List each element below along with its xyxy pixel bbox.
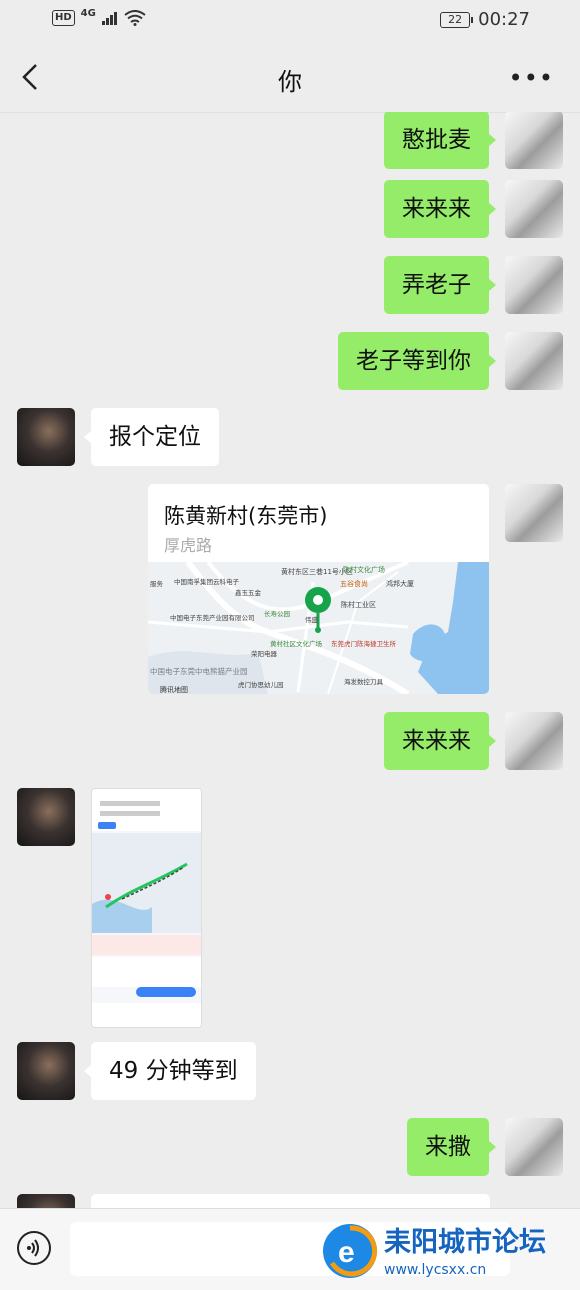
map-label: 陈村文化广场: [343, 565, 385, 574]
image-message[interactable]: [91, 788, 202, 1028]
message-row: 来来来: [0, 180, 580, 240]
avatar[interactable]: [505, 712, 563, 770]
clock: 00:27: [478, 9, 530, 30]
message-row: [0, 1194, 580, 1208]
message-row: 来撒: [0, 1118, 580, 1178]
avatar[interactable]: [505, 332, 563, 390]
chat-title: 你: [278, 68, 302, 96]
avatar[interactable]: [505, 256, 563, 314]
avatar[interactable]: [17, 1194, 75, 1208]
avatar[interactable]: [17, 408, 75, 466]
avatar[interactable]: [505, 484, 563, 542]
location-title: 陈黄新村(东莞市): [164, 504, 328, 528]
more-options-icon[interactable]: •••: [509, 64, 554, 92]
screenshot-thumbnail: [92, 789, 201, 1027]
message-bubble[interactable]: [91, 1194, 490, 1208]
map-label: 黄村社区文化广场: [270, 639, 323, 648]
message-row: 来来来: [0, 712, 580, 772]
message-row: 憨批麦: [0, 112, 580, 171]
network-type: 4G: [80, 7, 96, 19]
map-image: 黄村东区三巷11号小区 陈村文化广场 五谷食尚 鸿邦大厦 陈村工业区 中国南孚集…: [148, 560, 489, 694]
message-bubble[interactable]: 来来来: [384, 712, 496, 770]
svg-text:e: e: [338, 1236, 355, 1269]
map-label: 东莞虎门陈海捷卫生所: [331, 639, 397, 648]
avatar[interactable]: [505, 1118, 563, 1176]
map-label: 鸿邦大厦: [386, 579, 414, 588]
battery-icon: 22: [440, 11, 474, 28]
signal-icon: [101, 12, 117, 25]
map-label: 陈村工业区: [341, 600, 376, 609]
map-label: 五谷食尚: [340, 579, 368, 588]
message-bubble[interactable]: 来来来: [384, 180, 496, 238]
message-bubble[interactable]: 报个定位: [84, 408, 219, 466]
message-row: 陈黄新村(东莞市) 厚虎路 黄村东区三巷11号小区 陈村文化广场 五谷食尚 鸿邦…: [0, 484, 580, 696]
message-bubble[interactable]: 来撒: [407, 1118, 496, 1176]
map-label: 服务: [150, 579, 164, 588]
message-row: 49 分钟等到: [0, 1042, 580, 1102]
avatar[interactable]: [17, 788, 75, 846]
message-bubble[interactable]: 老子等到你: [338, 332, 496, 390]
map-label: 鑫玉五金: [235, 588, 262, 597]
watermark-logo: e 耒阳城市论坛 www.lycsxx.cn: [322, 1218, 572, 1284]
hd-badge: HD: [52, 10, 75, 26]
message-bubble[interactable]: 49 分钟等到: [84, 1042, 256, 1100]
avatar[interactable]: [505, 112, 563, 169]
message-row: 报个定位: [0, 408, 580, 468]
status-left: HD 4G: [52, 7, 146, 26]
status-right: 22 00:27: [440, 9, 530, 30]
avatar[interactable]: [505, 180, 563, 238]
map-label: 中国电子东莞中电熊猫产业园: [150, 666, 248, 676]
watermark-url: www.lycsxx.cn: [384, 1262, 486, 1278]
message-row: 弄老子: [0, 256, 580, 316]
map-label: 荣阳电器: [251, 649, 278, 658]
wifi-icon: [124, 10, 146, 26]
map-label: 海发数控刀具: [344, 677, 384, 686]
map-label: 中国电子东莞产业园有限公司: [170, 613, 255, 622]
message-row: 老子等到你: [0, 332, 580, 392]
map-label: 伟盛: [305, 615, 319, 624]
avatar[interactable]: [17, 1042, 75, 1100]
location-card[interactable]: 陈黄新村(东莞市) 厚虎路 黄村东区三巷11号小区 陈村文化广场 五谷食尚 鸿邦…: [148, 484, 489, 694]
map-label: 虎门协思幼儿园: [238, 680, 284, 689]
message-bubble[interactable]: 弄老子: [384, 256, 496, 314]
map-label: 长寿公园: [264, 609, 290, 618]
message-bubble[interactable]: 憨批麦: [384, 112, 496, 169]
message-row: [0, 788, 580, 1028]
voice-input-icon[interactable]: [17, 1231, 51, 1265]
chat-header: 你 •••: [0, 42, 580, 113]
location-map: 黄村东区三巷11号小区 陈村文化广场 五谷食尚 鸿邦大厦 陈村工业区 中国南孚集…: [148, 560, 489, 694]
message-list[interactable]: 憨批麦 来来来 弄老子 老子等到你 报个定位 陈黄新村(东莞市) 厚虎路 黄村东…: [0, 112, 580, 1208]
location-subtitle: 厚虎路: [164, 536, 213, 555]
map-attribution: 腾讯地图: [160, 685, 188, 694]
status-bar: HD 4G 22 00:27: [0, 0, 580, 42]
watermark-name: 耒阳城市论坛: [384, 1226, 546, 1258]
map-label: 中国南孚集团云科电子: [174, 577, 240, 586]
